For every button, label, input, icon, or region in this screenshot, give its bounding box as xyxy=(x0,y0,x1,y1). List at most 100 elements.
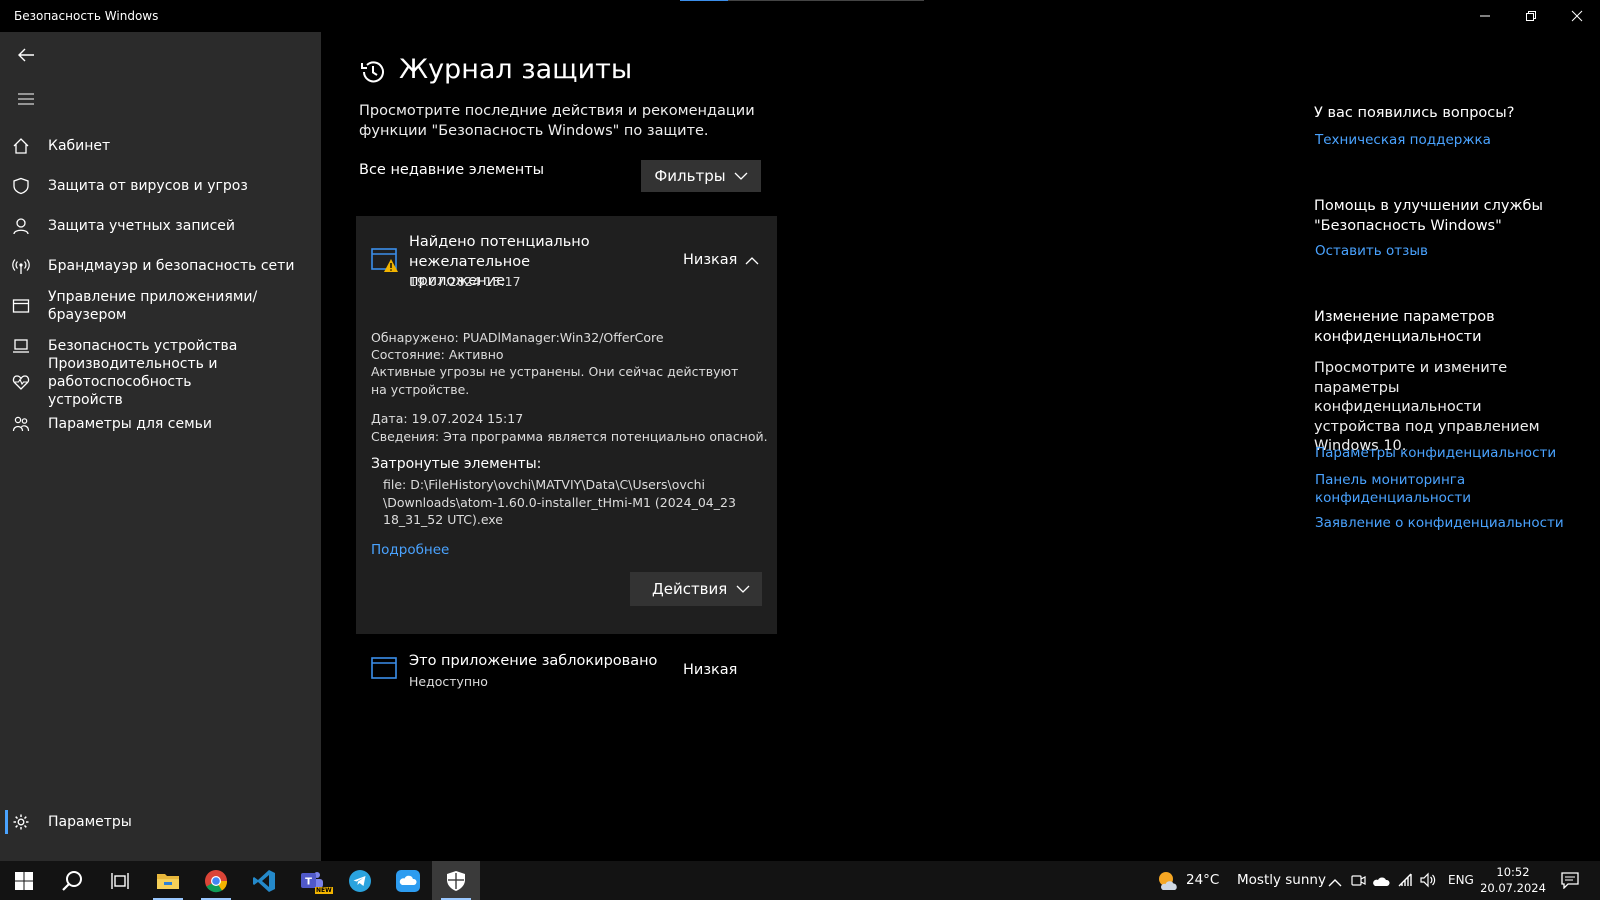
detected-row: Обнаружено: PUADlManager:Win32/OfferCore xyxy=(371,329,664,347)
close-button[interactable] xyxy=(1554,0,1600,32)
sidebar-item-firewall[interactable]: Брандмауэр и безопасность сети xyxy=(0,248,321,284)
sidebar-item-label: Брандмауэр и безопасность сети xyxy=(48,258,295,274)
title-accent-line xyxy=(680,0,924,1)
task-view-icon xyxy=(111,872,129,889)
chevron-down-icon xyxy=(734,172,748,180)
privacy-settings-link[interactable]: Параметры конфиденциальности xyxy=(1315,445,1556,461)
sidebar-item-virus-protection[interactable]: Защита от вирусов и угроз xyxy=(0,168,321,204)
clock[interactable]: 10:52 20.07.2024 xyxy=(1478,864,1548,896)
back-button[interactable] xyxy=(8,38,44,72)
blocked-title: Это приложение заблокировано xyxy=(409,653,658,669)
search-icon xyxy=(62,870,82,891)
feedback-link[interactable]: Оставить отзыв xyxy=(1315,243,1428,259)
app-warning-icon xyxy=(371,246,399,274)
windows-security-button[interactable] xyxy=(432,861,480,900)
chevron-up-icon[interactable] xyxy=(1328,873,1342,892)
file-explorer-icon xyxy=(157,873,179,889)
back-arrow-icon xyxy=(18,48,34,62)
threat-severity: Низкая xyxy=(683,252,738,268)
input-language[interactable]: ENG xyxy=(1448,873,1474,887)
learn-more-link[interactable]: Подробнее xyxy=(371,542,449,558)
blocked-subtitle: Недоступно xyxy=(409,674,488,689)
window-title: Безопасность Windows xyxy=(14,9,159,23)
filters-label: Фильтры xyxy=(654,167,726,185)
sidebar-item-label: Параметры для семьи xyxy=(48,416,213,432)
hamburger-menu-button[interactable] xyxy=(8,84,44,114)
tech-support-link[interactable]: Техническая поддержка xyxy=(1315,132,1491,148)
status-row: Состояние: Активно xyxy=(371,346,504,364)
vscode-button[interactable] xyxy=(240,861,288,900)
threat-card: Найдено потенциально нежелательное прило… xyxy=(356,216,777,634)
sidebar-item-device-performance[interactable]: Производительность и работоспособность у… xyxy=(0,356,321,408)
filters-button[interactable]: Фильтры xyxy=(641,160,761,192)
gear-icon xyxy=(11,812,31,832)
sidebar-item-account-protection[interactable]: Защита учетных записей xyxy=(0,208,321,244)
restore-button[interactable] xyxy=(1508,0,1554,32)
new-badge: NEW xyxy=(315,887,333,894)
selection-indicator xyxy=(5,810,8,834)
app-window-icon xyxy=(371,655,399,681)
affected-items-list: file: D:\FileHistory\ovchi\MATVIY\Data\C… xyxy=(383,476,736,529)
chrome-button[interactable] xyxy=(192,861,240,900)
telegram-button[interactable] xyxy=(336,861,384,900)
sidebar-item-settings[interactable]: Параметры xyxy=(0,804,321,840)
cloud-app-button[interactable] xyxy=(384,861,432,900)
onedrive-icon[interactable] xyxy=(1372,873,1390,892)
title-bar: Безопасность Windows xyxy=(0,0,1600,32)
details-value: Эта программа является потенциально опас… xyxy=(443,429,768,444)
sidebar-item-label: Защита от вирусов и угроз xyxy=(48,178,248,194)
task-view-button[interactable] xyxy=(96,861,144,900)
minimize-button[interactable] xyxy=(1462,0,1508,32)
teams-button[interactable]: T NEW xyxy=(288,861,336,900)
heart-pulse-icon xyxy=(11,372,31,392)
minimize-icon xyxy=(1480,15,1490,17)
detected-label: Обнаружено: xyxy=(371,330,459,345)
sidebar-item-home[interactable]: Кабинет xyxy=(0,128,321,164)
svg-text:T: T xyxy=(305,876,312,887)
sidebar-item-label: Производительность и работоспособность у… xyxy=(48,356,218,408)
search-button[interactable] xyxy=(48,861,96,900)
chevron-up-icon xyxy=(745,257,759,265)
privacy-statement-link[interactable]: Заявление о конфиденциальности xyxy=(1315,515,1564,531)
blocked-severity: Низкая xyxy=(683,662,738,678)
sidebar-item-label: Управление приложениями/браузером xyxy=(48,289,258,323)
weather-temperature[interactable]: 24°C xyxy=(1186,872,1219,888)
sidebar-item-app-browser-control[interactable]: Управление приложениями/браузером xyxy=(0,288,321,324)
shield-icon xyxy=(11,176,31,196)
volume-icon[interactable] xyxy=(1419,872,1437,892)
privacy-text: Просмотрите и измените параметры конфиде… xyxy=(1314,360,1540,454)
threat-card-header[interactable]: Найдено потенциально нежелательное прило… xyxy=(356,216,777,304)
feedback-title: Помощь в улучшении службы "Безопасность … xyxy=(1314,198,1543,234)
actions-button[interactable]: Действия xyxy=(630,572,762,606)
weather-sun-icon xyxy=(1157,870,1179,892)
restore-icon xyxy=(1526,11,1536,21)
hamburger-icon xyxy=(18,93,34,105)
threat-date: 19.07.2024 15:17 xyxy=(409,274,521,289)
weather-description[interactable]: Mostly sunny xyxy=(1237,872,1326,888)
wifi-icon[interactable] xyxy=(1397,872,1413,892)
recent-items-label: Все недавние элементы xyxy=(359,162,545,178)
chevron-down-icon xyxy=(736,585,750,593)
start-button[interactable] xyxy=(0,861,48,900)
clock-time: 10:52 xyxy=(1496,865,1530,879)
meet-now-icon[interactable] xyxy=(1350,872,1366,892)
sidebar-item-family-options[interactable]: Параметры для семьи xyxy=(0,406,321,442)
affected-item-line: 18_31_52 UTC).exe xyxy=(383,512,503,527)
privacy-dashboard-link[interactable]: Панель мониторинга конфиденциальности xyxy=(1315,471,1515,507)
blocked-app-item[interactable]: Это приложение заблокировано Недоступно … xyxy=(356,642,777,702)
affected-item-line: \Downloads\atom-1.60.0-installer_tHmi-M1… xyxy=(383,494,736,510)
detected-value: PUADlManager:Win32/OfferCore xyxy=(462,330,664,345)
details-row: Сведения: Эта программа является потенци… xyxy=(371,428,768,446)
history-icon xyxy=(359,58,387,86)
chrome-icon xyxy=(205,869,228,892)
file-explorer-button[interactable] xyxy=(144,861,192,900)
family-icon xyxy=(11,414,31,434)
actions-label: Действия xyxy=(652,580,728,598)
notifications-icon[interactable] xyxy=(1561,872,1579,893)
start-icon xyxy=(15,871,33,890)
windows-security-icon xyxy=(447,870,465,891)
affected-item-line: file: D:\FileHistory\ovchi\MATVIY\Data\C… xyxy=(383,477,706,492)
antenna-icon xyxy=(11,256,31,276)
laptop-icon xyxy=(11,336,31,356)
status-label: Состояние: xyxy=(371,347,445,362)
